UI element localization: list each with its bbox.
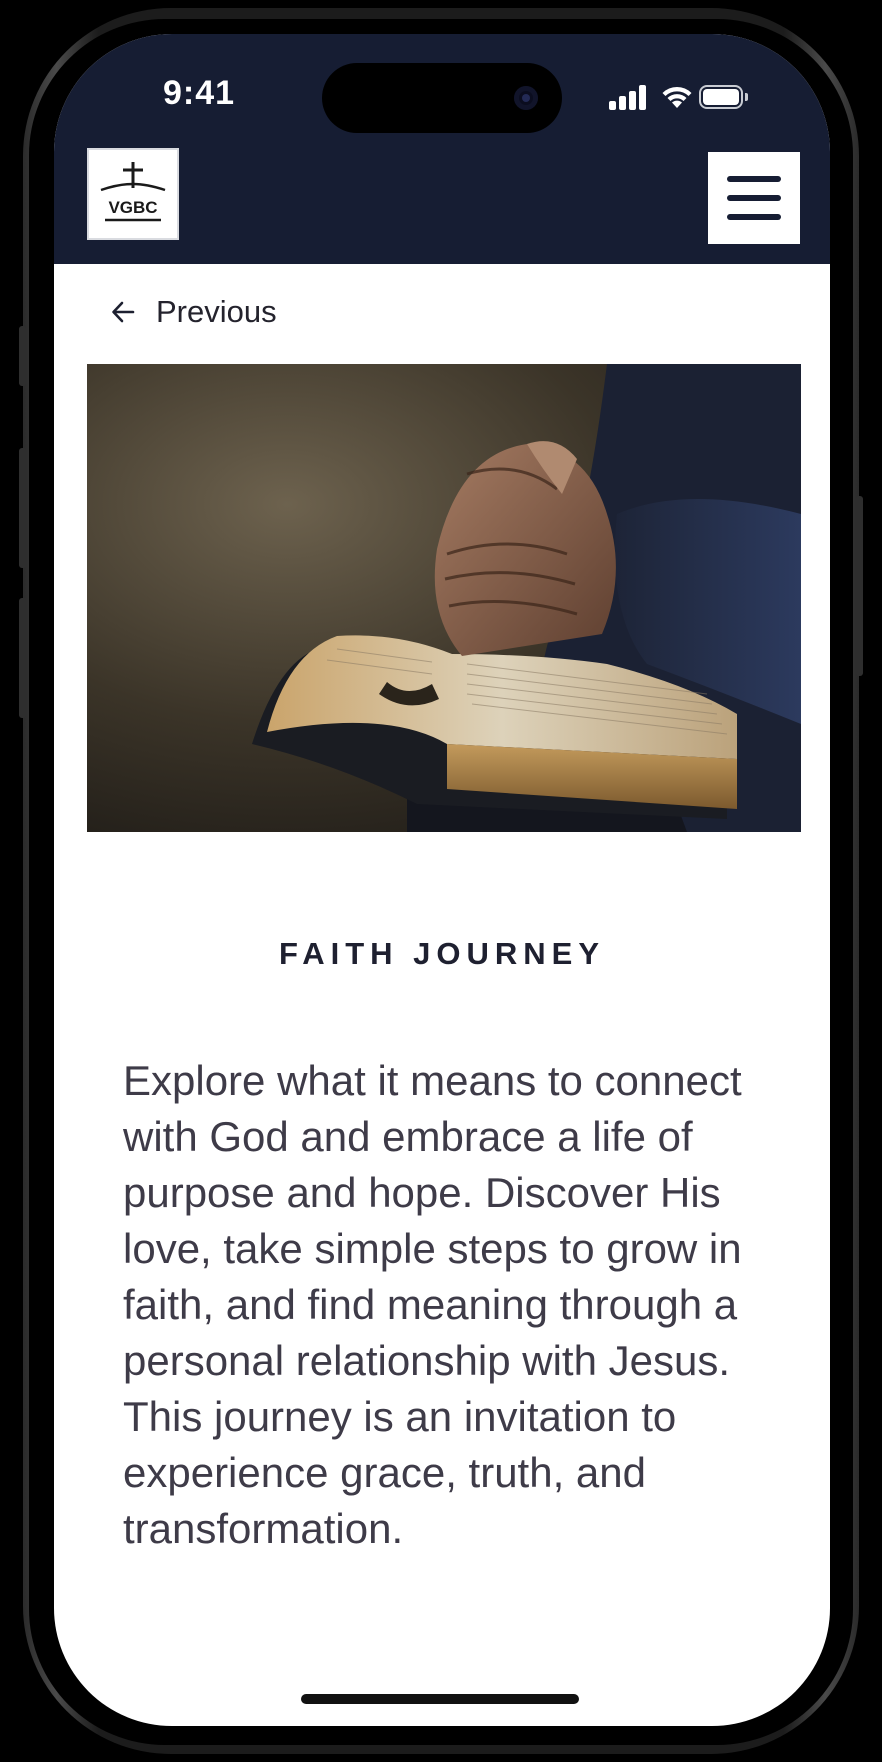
cellular-signal-icon bbox=[609, 84, 649, 110]
status-icons bbox=[609, 84, 769, 114]
site-header: 9:41 VGBC bbox=[54, 34, 830, 264]
phone-side-button bbox=[19, 326, 26, 386]
logo-text: VGBC bbox=[108, 198, 157, 217]
church-logo[interactable]: VGBC bbox=[87, 148, 179, 240]
phone-volume-down-button bbox=[19, 598, 26, 718]
wifi-icon bbox=[662, 86, 692, 108]
praying-hands-bible-image bbox=[87, 364, 801, 832]
dynamic-island bbox=[322, 63, 562, 133]
arrow-left-icon bbox=[112, 301, 135, 323]
phone-power-button bbox=[856, 496, 863, 676]
hamburger-menu-icon-line bbox=[727, 176, 781, 182]
section-eyebrow: FAITH JOURNEY bbox=[278, 936, 606, 971]
home-indicator[interactable] bbox=[301, 1694, 579, 1704]
phone-volume-up-button bbox=[19, 448, 26, 568]
body-paragraph: Explore what it means to connect with Go… bbox=[123, 1057, 742, 1552]
previous-label: Previous bbox=[156, 294, 277, 329]
status-time: 9:41 bbox=[162, 74, 236, 112]
hamburger-menu-icon-line bbox=[727, 214, 781, 220]
menu-button[interactable] bbox=[708, 152, 800, 244]
hero-image bbox=[87, 364, 801, 832]
phone-screen: 9:41 VGBC Previous FAITH JOURNEY Explore… bbox=[54, 34, 830, 1726]
cross-logo-icon: VGBC bbox=[100, 162, 166, 222]
front-camera-icon bbox=[514, 86, 538, 110]
battery-icon bbox=[699, 85, 748, 109]
hamburger-menu-icon-line bbox=[727, 195, 781, 201]
previous-link[interactable]: Previous bbox=[110, 292, 277, 332]
